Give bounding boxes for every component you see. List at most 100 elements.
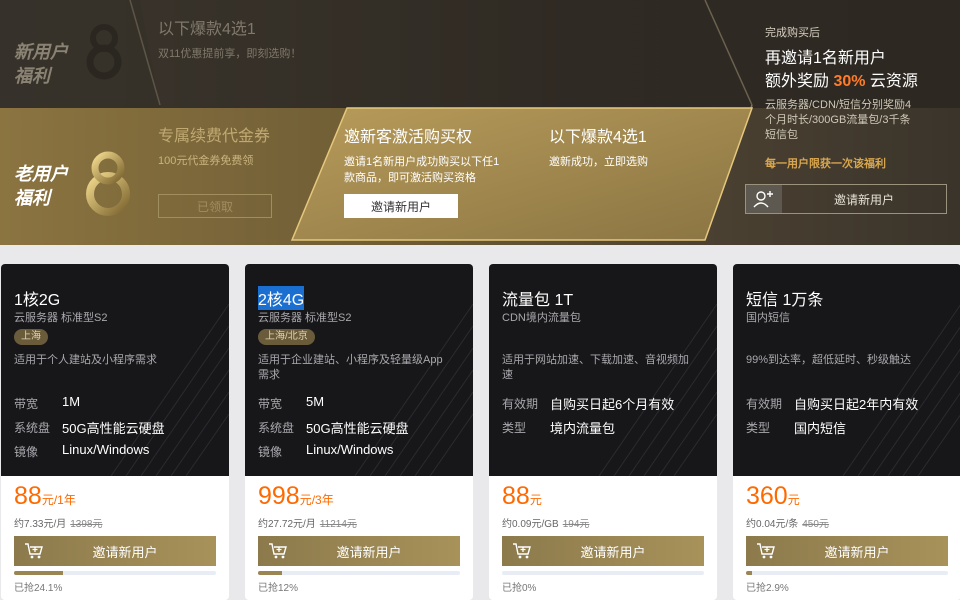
- invite-button[interactable]: 邀请新用户: [14, 536, 216, 566]
- price-sub: 约27.72元/月 11214元: [258, 515, 357, 530]
- unit-price: 约0.09元/GB: [502, 519, 559, 530]
- invite-card-desc-line1: 邀请1名新用户成功购买以下任1: [344, 156, 500, 168]
- price-sub: 约7.33元/月 1398元: [14, 515, 103, 530]
- invite-button[interactable]: 邀请新用户: [258, 536, 460, 566]
- price-unit: 元/1年: [41, 493, 76, 507]
- new-user-label-line2: 福利: [14, 66, 50, 86]
- price-unit: 元: [787, 493, 800, 507]
- invite-button-label: 邀请新用户: [580, 544, 646, 560]
- old-user-label-line2: 福利: [14, 188, 50, 208]
- cart-icon: [14, 536, 54, 566]
- reward-panel: 完成购买后 再邀请1名新用户 额外奖励 30% 云资源 云服务器/CDN/短信分…: [745, 0, 960, 245]
- original-price: 450元: [802, 519, 829, 530]
- spec-value: 自购买日起2年内有效: [794, 397, 919, 412]
- unit-price: 约0.04元/条: [746, 519, 799, 530]
- product-subtitle: CDN境内流量包: [502, 312, 581, 324]
- reward-invite-button-label: 邀请新用户: [833, 192, 894, 207]
- renew-card-title: 专属续费代金券: [158, 128, 271, 145]
- product-card-header: 短信 1万条 国内短信 99%到达率，超低延时、秒级触达 有效期 自购买日起2年…: [733, 264, 960, 476]
- product-desc: 99%到达率，超低延时、秒级触达: [746, 353, 946, 368]
- original-price: 1398元: [70, 519, 103, 530]
- reward-tag: 完成购买后: [765, 27, 820, 39]
- price-unit: 元/3年: [299, 493, 334, 507]
- cart-icon: [258, 536, 298, 566]
- price-sub: 约0.09元/GB 194元: [502, 515, 589, 530]
- product-desc: 适用于企业建站、小程序及轻量级App 需求: [258, 353, 458, 383]
- sold-percent: 已抢2.9%: [746, 583, 789, 594]
- claimed-button[interactable]: 已领取: [158, 194, 272, 218]
- spec-value: Linux/Windows: [306, 442, 394, 457]
- top-card-subtitle: 双11优惠提前享，即刻选购！: [158, 48, 302, 60]
- sold-progress-fill: [14, 571, 63, 575]
- spec-value: 50G高性能云硬盘: [306, 421, 409, 436]
- sold-percent: 已抢0%: [502, 583, 537, 594]
- price-unit: 元: [529, 493, 542, 507]
- original-price: 194元: [562, 519, 590, 530]
- spec-value: 境内流量包: [550, 421, 616, 436]
- sold-progress-bar: [14, 571, 216, 575]
- product-desc-line: 适用于网站加速、下载加速、音视频加: [502, 354, 689, 366]
- product-card-3: 流量包 1T CDN境内流量包 适用于网站加速、下载加速、音视频加 速 有效期 …: [489, 264, 717, 600]
- product-title: 短信 1万条: [746, 292, 824, 309]
- price: 88元: [502, 482, 542, 511]
- spec-key: 类型: [746, 421, 771, 435]
- sold-progress-bar: [258, 571, 460, 575]
- cart-icon: [502, 536, 542, 566]
- spec-key: 带宽: [258, 397, 283, 411]
- spec-key: 带宽: [14, 397, 39, 411]
- product-subtitle: 国内短信: [746, 312, 790, 324]
- spec-value: 自购买日起6个月有效: [550, 397, 675, 412]
- region-badge: 上海/北京: [258, 329, 315, 345]
- product-card-header: 流量包 1T CDN境内流量包 适用于网站加速、下载加速、音视频加 速 有效期 …: [489, 264, 717, 476]
- invite-button[interactable]: 邀请新用户: [502, 536, 704, 566]
- spec-key: 类型: [502, 421, 527, 435]
- product-subtitle: 云服务器 标准型S2: [14, 312, 108, 324]
- hot-card-subtitle: 邀新成功，立即选购: [549, 156, 648, 168]
- invite-card-title: 邀新客激活购买权: [344, 129, 473, 146]
- reward-invite-button[interactable]: 邀请新用户: [745, 184, 947, 214]
- spec-key: 有效期: [502, 397, 539, 411]
- sold-progress-bar: [502, 571, 704, 575]
- product-desc: 适用于网站加速、下载加速、音视频加 速: [502, 353, 702, 383]
- invite-card-button[interactable]: 邀请新用户: [344, 194, 458, 218]
- product-card-4: 短信 1万条 国内短信 99%到达率，超低延时、秒级触达 有效期 自购买日起2年…: [733, 264, 960, 600]
- invite-button-label: 邀请新用户: [824, 544, 890, 560]
- invite-card-desc-line2: 款商品，即可激活购买资格: [344, 172, 476, 184]
- spec-value: 1M: [62, 394, 81, 409]
- old-user-label-line1: 老用户: [14, 164, 68, 184]
- product-desc: 适用于个人建站及小程序需求: [14, 353, 214, 368]
- spec-value: 5M: [306, 394, 325, 409]
- reward-line1: 再邀请1名新用户: [765, 50, 886, 67]
- sold-percent: 已抢24.1%: [14, 583, 63, 594]
- price-amount: 88: [14, 482, 42, 510]
- price-amount: 998: [258, 482, 300, 510]
- product-title: 1核2G: [14, 292, 61, 309]
- product-card-header: 1核2G 云服务器 标准型S2 上海 适用于个人建站及小程序需求 带宽 1M 系…: [1, 264, 229, 476]
- reward-desc-line1: 云服务器/CDN/短信分别奖励4: [765, 99, 912, 111]
- renew-card-subtitle: 100元代金券免费领: [158, 155, 254, 167]
- promo-banner: 新用户 福利 老用户 福利 以下爆款4选1 双11优惠提前享，即刻选购！ 专属续…: [0, 0, 960, 245]
- price: 998元/3年: [258, 482, 334, 511]
- sold-progress-fill: [258, 571, 283, 575]
- reward-line2-prefix: 额外奖励: [765, 73, 834, 90]
- reward-desc-line3: 短信包: [765, 129, 798, 141]
- unit-price: 约7.33元/月: [14, 519, 67, 530]
- spec-key: 系统盘: [14, 421, 51, 435]
- product-desc-line: 适用于企业建站、小程序及轻量级App: [258, 354, 443, 366]
- reward-desc-line2: 个月时长/300GB流量包/3千条: [765, 114, 911, 126]
- hot-card-title: 以下爆款4选1: [549, 129, 647, 146]
- cart-icon: [746, 536, 786, 566]
- price-amount: 88: [502, 482, 530, 510]
- product-subtitle: 云服务器 标准型S2: [258, 312, 352, 324]
- product-card-header: 2核4G 云服务器 标准型S2 上海/北京 适用于企业建站、小程序及轻量级App…: [245, 264, 473, 476]
- product-card-1: 1核2G 云服务器 标准型S2 上海 适用于个人建站及小程序需求 带宽 1M 系…: [1, 264, 229, 600]
- old-user-label: 老用户 福利: [14, 162, 68, 210]
- product-desc-line: 99%到达率，超低延时、秒级触达: [746, 354, 912, 366]
- invite-button[interactable]: 邀请新用户: [746, 536, 948, 566]
- price: 360元: [746, 482, 800, 511]
- product-title: 流量包 1T: [502, 292, 574, 309]
- product-desc-line: 需求: [258, 369, 280, 381]
- sold-progress-fill: [746, 571, 752, 575]
- product-desc-line: 速: [502, 369, 513, 381]
- reward-desc: 云服务器/CDN/短信分别奖励4 个月时长/300GB流量包/3千条 短信包: [765, 98, 945, 143]
